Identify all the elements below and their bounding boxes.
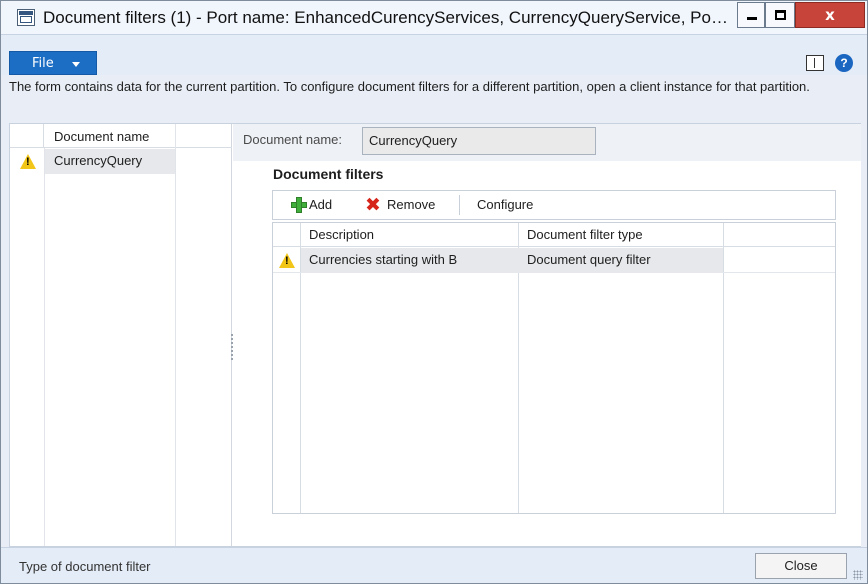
file-menu-button[interactable]: File [9, 51, 97, 75]
menu-bar: File ? [1, 35, 867, 75]
resize-grip-icon[interactable] [853, 570, 863, 580]
document-filters-window: Document filters (1) - Port name: Enhanc… [0, 0, 868, 584]
document-name-header: Document name: CurrencyQuery [233, 124, 861, 161]
document-list-header: Document name [10, 124, 232, 148]
window-title: Document filters (1) - Port name: Enhanc… [43, 8, 728, 27]
remove-label: Remove [387, 197, 436, 212]
toolbar-separator [459, 195, 460, 215]
row-indicator-column [10, 124, 44, 148]
document-detail-pane: Document name: CurrencyQuery Document fi… [233, 124, 861, 546]
form-content: Document name ! CurrencyQuery Document n… [9, 123, 861, 547]
document-name-label: Document name: [243, 132, 342, 147]
document-name-cell: CurrencyQuery [54, 153, 143, 168]
close-window-button[interactable]: x [795, 2, 865, 28]
configure-button[interactable]: Configure [477, 191, 557, 219]
maximize-icon [775, 10, 786, 20]
remove-button[interactable]: ✖ Remove [365, 191, 449, 219]
grid-divider [44, 148, 45, 546]
warning-icon: ! [20, 154, 36, 169]
description-column-header[interactable]: Description [309, 227, 374, 242]
file-menu-label: File [32, 56, 54, 71]
remove-icon: ✖ [365, 194, 381, 216]
chevron-down-icon [72, 62, 80, 67]
partition-info-message: The form contains data for the current p… [9, 79, 810, 94]
document-filters-title: Document filters [273, 166, 384, 182]
add-button[interactable]: Add [291, 191, 347, 219]
filters-grid-header: Description Document filter type [273, 223, 835, 247]
maximize-button[interactable] [765, 2, 795, 28]
status-bar: Type of document filter Close [1, 547, 867, 583]
filters-toolbar: Add ✖ Remove Configure [272, 190, 836, 220]
title-bar[interactable]: Document filters (1) - Port name: Enhanc… [1, 1, 867, 35]
filter-type-cell: Document query filter [527, 252, 651, 267]
help-icon[interactable]: ? [835, 54, 853, 72]
app-icon-header [19, 11, 33, 15]
document-list-grid: Document name ! CurrencyQuery [10, 124, 232, 546]
layout-toggle-icon[interactable] [806, 55, 824, 71]
filter-row[interactable]: ! Currencies starting with B Document qu… [273, 248, 835, 273]
filter-description-cell: Currencies starting with B [309, 252, 458, 267]
minimize-button[interactable] [737, 2, 765, 28]
app-icon[interactable] [17, 9, 35, 26]
configure-label: Configure [477, 197, 534, 212]
status-text: Type of document filter [19, 559, 151, 574]
document-name-column-header[interactable]: Document name [54, 129, 149, 144]
document-list-row[interactable]: ! CurrencyQuery [10, 149, 176, 174]
document-name-field[interactable]: CurrencyQuery [362, 127, 596, 155]
close-icon: x [825, 6, 835, 24]
grid-divider [175, 124, 176, 546]
close-button[interactable]: Close [755, 553, 847, 579]
minimize-icon [747, 17, 757, 20]
app-icon-body [20, 16, 32, 23]
warning-icon: ! [279, 253, 295, 268]
add-icon [291, 197, 307, 213]
filter-type-column-header[interactable]: Document filter type [527, 227, 643, 242]
add-label: Add [309, 197, 333, 212]
document-filters-grid: Description Document filter type ! Curre… [272, 222, 836, 514]
